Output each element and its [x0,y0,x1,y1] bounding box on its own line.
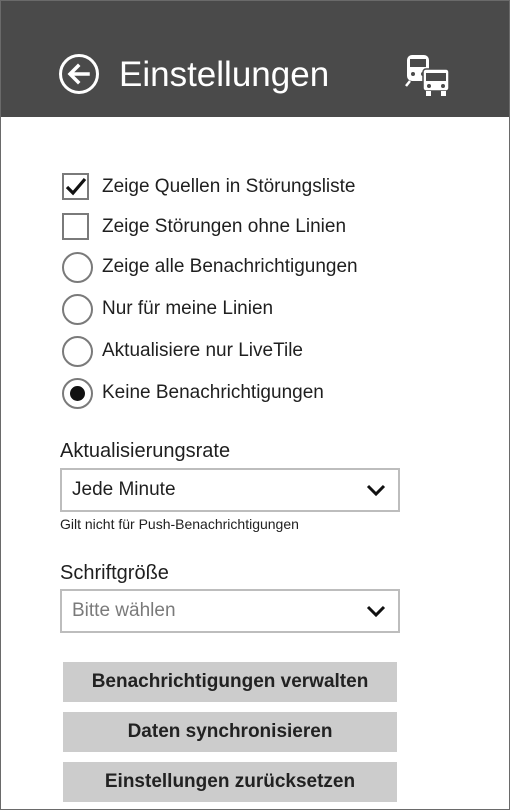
radio-circle[interactable] [62,336,93,367]
radio-circle[interactable] [62,252,93,283]
radio-selected-dot [70,386,85,401]
checkbox-box[interactable] [62,213,89,240]
page-title: Einstellungen [119,55,330,94]
checkbox-label: Zeige Quellen in Störungsliste [102,176,356,197]
refresh-rate-label: Aktualisierungsrate [60,440,231,462]
header-bar: Einstellungen [1,1,509,117]
radio-label: Keine Benachrichtigungen [102,382,324,403]
radio-notify-my-lines[interactable]: Nur für meine Linien [62,294,402,326]
radio-label: Nur für meine Linien [102,298,274,319]
select-value: Jede Minute [72,479,176,500]
radio-label: Aktualisiere nur LiveTile [102,340,303,361]
chevron-down-icon [366,605,386,618]
chevron-down-icon [366,484,386,497]
radio-notify-none[interactable]: Keine Benachrichtigungen [62,378,402,410]
radio-circle[interactable] [62,378,93,409]
back-arrow-icon[interactable] [58,53,100,95]
font-size-select[interactable]: Bitte wählen [60,589,400,633]
manage-notifications-button[interactable]: Benachrichtigungen verwalten [63,662,397,702]
refresh-rate-select[interactable]: Jede Minute [60,468,400,512]
radio-notify-livetile[interactable]: Aktualisiere nur LiveTile [62,336,402,368]
font-size-label: Schriftgröße [60,562,169,584]
radio-circle[interactable] [62,294,93,325]
radio-label: Zeige alle Benachrichtigungen [102,256,358,277]
checkbox-box[interactable] [62,173,89,200]
sync-data-button[interactable]: Daten synchronisieren [63,712,397,752]
reset-settings-button[interactable]: Einstellungen zurücksetzen [63,762,397,802]
train-bus-icon [405,55,450,96]
refresh-rate-hint: Gilt nicht für Push-Benachrichtigungen [60,516,299,532]
checkbox-show-without-lines[interactable]: Zeige Störungen ohne Linien [62,212,402,244]
checkbox-show-sources[interactable]: Zeige Quellen in Störungsliste [62,172,402,204]
checkbox-label: Zeige Störungen ohne Linien [102,216,347,237]
checkmark-icon [65,177,87,196]
select-placeholder: Bitte wählen [72,600,176,621]
radio-notify-all[interactable]: Zeige alle Benachrichtigungen [62,252,402,284]
